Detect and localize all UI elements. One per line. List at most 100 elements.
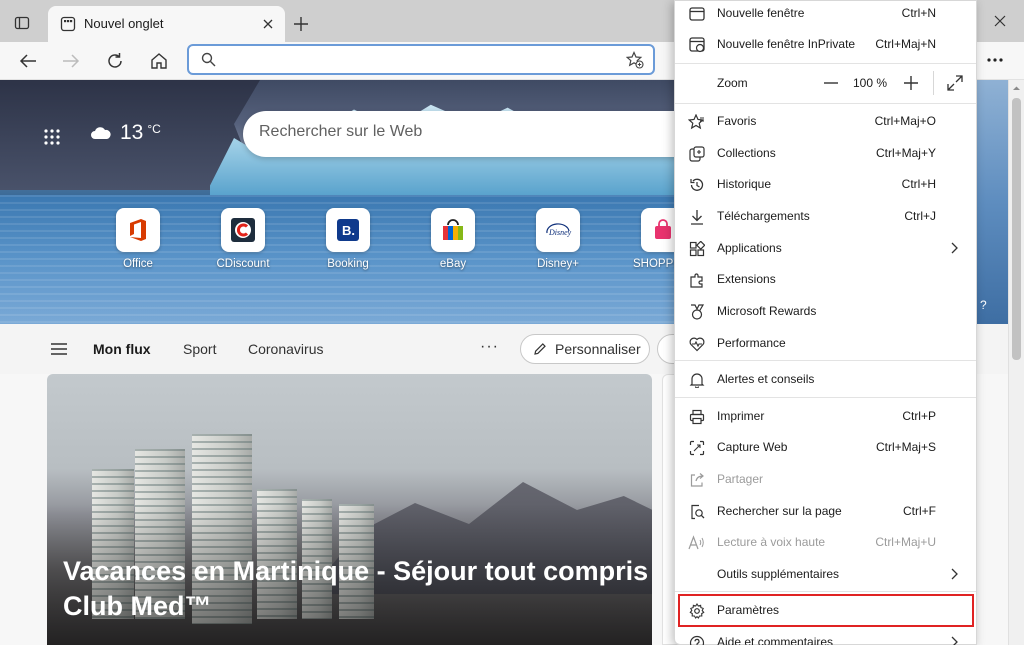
news-card[interactable]: Vacances en Martinique - Séjour tout com… bbox=[47, 374, 652, 645]
close-tab-button[interactable] bbox=[259, 15, 277, 33]
tab-actions-button[interactable] bbox=[11, 12, 33, 34]
menu-item-shortcut: Ctrl+P bbox=[902, 409, 936, 423]
menu-item-new-inprivate-window[interactable]: Nouvelle fenêtre InPrivate Ctrl+Maj+N bbox=[675, 29, 976, 59]
office-icon bbox=[116, 208, 160, 252]
menu-item-print[interactable]: Imprimer Ctrl+P bbox=[675, 401, 976, 431]
fullscreen-button[interactable] bbox=[944, 72, 966, 94]
svg-text:B.: B. bbox=[342, 223, 355, 238]
bell-icon bbox=[688, 371, 705, 388]
weather-unit: °C bbox=[147, 122, 161, 136]
menu-separator bbox=[675, 63, 976, 64]
menu-separator bbox=[675, 103, 976, 104]
zoom-value: 100 % bbox=[853, 76, 888, 90]
apps-icon bbox=[688, 240, 705, 257]
feed-menu-button[interactable] bbox=[49, 340, 69, 358]
menu-item-label: Alertes et conseils bbox=[717, 372, 815, 386]
chevron-right-icon bbox=[951, 636, 958, 645]
menu-item-favorites[interactable]: Favoris Ctrl+Maj+O bbox=[675, 106, 976, 136]
weather-widget[interactable]: 13 °C bbox=[90, 118, 161, 148]
feed-tab-my-feed[interactable]: Mon flux bbox=[93, 341, 151, 357]
menu-item-collections[interactable]: Collections Ctrl+Maj+Y bbox=[675, 138, 976, 168]
menu-item-performance[interactable]: Performance bbox=[675, 328, 976, 358]
waffle-icon bbox=[44, 129, 60, 145]
menu-item-share[interactable]: Partager bbox=[675, 464, 976, 494]
quick-link-label: SHOPPI bbox=[633, 258, 676, 270]
scrollbar-thumb[interactable] bbox=[1012, 98, 1021, 360]
find-icon bbox=[688, 503, 705, 520]
menu-item-help-feedback[interactable]: Aide et commentaires bbox=[675, 627, 976, 645]
refresh-button[interactable] bbox=[102, 48, 128, 74]
menu-item-history[interactable]: Historique Ctrl+H bbox=[675, 169, 976, 199]
menu-item-label: Outils supplémentaires bbox=[717, 567, 840, 581]
tab-new-tab[interactable]: Nouvel onglet bbox=[48, 6, 285, 42]
menu-separator bbox=[675, 591, 976, 592]
menu-item-shortcut: Ctrl+J bbox=[904, 209, 936, 223]
feed-tab-sport[interactable]: Sport bbox=[183, 341, 216, 357]
plus-icon bbox=[904, 76, 918, 90]
news-headline[interactable]: Vacances en Martinique - Séjour tout com… bbox=[63, 554, 652, 624]
disney-icon: Disney+ bbox=[536, 208, 580, 252]
weather-temperature: 13 bbox=[120, 121, 144, 144]
menu-item-find-on-page[interactable]: Rechercher sur la page Ctrl+F bbox=[675, 496, 976, 526]
quick-link-shopping[interactable]: SHOPPI bbox=[616, 208, 676, 270]
menu-item-label: Extensions bbox=[717, 272, 776, 286]
menu-item-label: Rechercher sur la page bbox=[717, 504, 842, 518]
menu-item-downloads[interactable]: Téléchargements Ctrl+J bbox=[675, 201, 976, 231]
performance-icon bbox=[688, 335, 705, 352]
menu-item-web-capture[interactable]: Capture Web Ctrl+Maj+S bbox=[675, 432, 976, 462]
close-icon bbox=[263, 19, 273, 29]
settings-and-more-button[interactable] bbox=[980, 47, 1010, 73]
settings-and-more-menu: Nouvelle fenêtre Ctrl+N Nouvelle fenêtre… bbox=[674, 0, 977, 645]
app-launcher-button[interactable] bbox=[40, 125, 64, 149]
back-button[interactable] bbox=[15, 48, 41, 74]
collections-icon bbox=[688, 145, 705, 162]
personalize-button[interactable]: Personnaliser bbox=[520, 334, 650, 364]
cdiscount-icon bbox=[221, 208, 265, 252]
feed-tab-coronavirus[interactable]: Coronavirus bbox=[248, 341, 323, 357]
svg-text:Disney+: Disney+ bbox=[548, 228, 572, 237]
menu-item-alerts[interactable]: Alertes et conseils bbox=[675, 364, 976, 394]
read-aloud-icon bbox=[688, 534, 705, 551]
print-icon bbox=[688, 408, 705, 425]
feed-more-button[interactable]: ··· bbox=[480, 338, 499, 356]
zoom-out-button[interactable] bbox=[820, 72, 842, 94]
quick-link-cdiscount[interactable]: CDiscount bbox=[203, 208, 283, 270]
address-input[interactable] bbox=[225, 50, 615, 70]
quick-link-booking[interactable]: B. Booking bbox=[308, 208, 388, 270]
menu-item-label: Collections bbox=[717, 146, 776, 160]
menu-item-label: Capture Web bbox=[717, 440, 788, 454]
hamburger-icon bbox=[51, 343, 67, 355]
zoom-in-button[interactable] bbox=[900, 72, 922, 94]
minus-icon bbox=[824, 82, 838, 84]
fullscreen-icon bbox=[947, 75, 963, 91]
add-favorite-icon[interactable] bbox=[626, 51, 644, 69]
menu-item-more-tools[interactable]: Outils supplémentaires bbox=[675, 559, 976, 589]
menu-item-extensions[interactable]: Extensions bbox=[675, 264, 976, 294]
menu-item-shortcut: Ctrl+Maj+N bbox=[875, 37, 936, 51]
web-search-box[interactable] bbox=[243, 111, 713, 157]
forward-button[interactable] bbox=[58, 48, 84, 74]
menu-item-new-window[interactable]: Nouvelle fenêtre Ctrl+N bbox=[675, 0, 976, 28]
menu-item-read-aloud[interactable]: Lecture à voix haute Ctrl+Maj+U bbox=[675, 527, 976, 557]
plus-icon bbox=[294, 17, 308, 31]
favorites-icon bbox=[688, 113, 705, 130]
menu-item-microsoft-rewards[interactable]: Microsoft Rewards bbox=[675, 296, 976, 326]
quick-link-office[interactable]: Office bbox=[98, 208, 178, 270]
menu-item-shortcut: Ctrl+Maj+S bbox=[875, 440, 936, 454]
menu-item-shortcut: Ctrl+N bbox=[901, 6, 936, 20]
quick-link-disney[interactable]: Disney+ Disney+ bbox=[518, 208, 598, 270]
page-scrollbar[interactable] bbox=[1008, 80, 1024, 645]
home-button[interactable] bbox=[146, 48, 172, 74]
quick-link-ebay[interactable]: eBay bbox=[413, 208, 493, 270]
address-bar[interactable] bbox=[187, 44, 655, 75]
help-question-link[interactable]: ? bbox=[980, 298, 987, 312]
web-search-input[interactable] bbox=[259, 123, 659, 141]
help-icon bbox=[688, 634, 705, 645]
menu-item-applications[interactable]: Applications bbox=[675, 233, 976, 263]
new-tab-button[interactable] bbox=[290, 13, 312, 35]
menu-item-shortcut: Ctrl+Maj+O bbox=[874, 114, 936, 128]
menu-item-label: Historique bbox=[717, 177, 772, 191]
menu-item-label: Performance bbox=[717, 336, 786, 350]
window-close-button[interactable] bbox=[989, 10, 1011, 32]
scroll-up-icon[interactable] bbox=[1012, 84, 1021, 93]
